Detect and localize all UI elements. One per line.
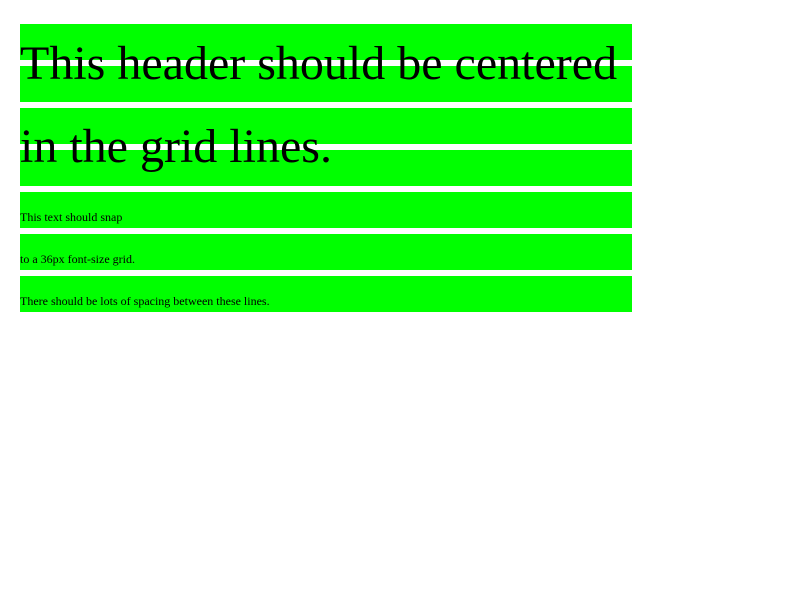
header-line-1: This header should be centered: [20, 37, 618, 90]
test-page: This header should be centered in the gr…: [0, 0, 800, 600]
body-line-1: This text should snap: [20, 210, 123, 224]
header-line-2: in the grid lines.: [20, 120, 332, 173]
body-line-2: to a 36px font-size grid.: [20, 252, 135, 266]
body-line-3: There should be lots of spacing between …: [20, 294, 270, 308]
